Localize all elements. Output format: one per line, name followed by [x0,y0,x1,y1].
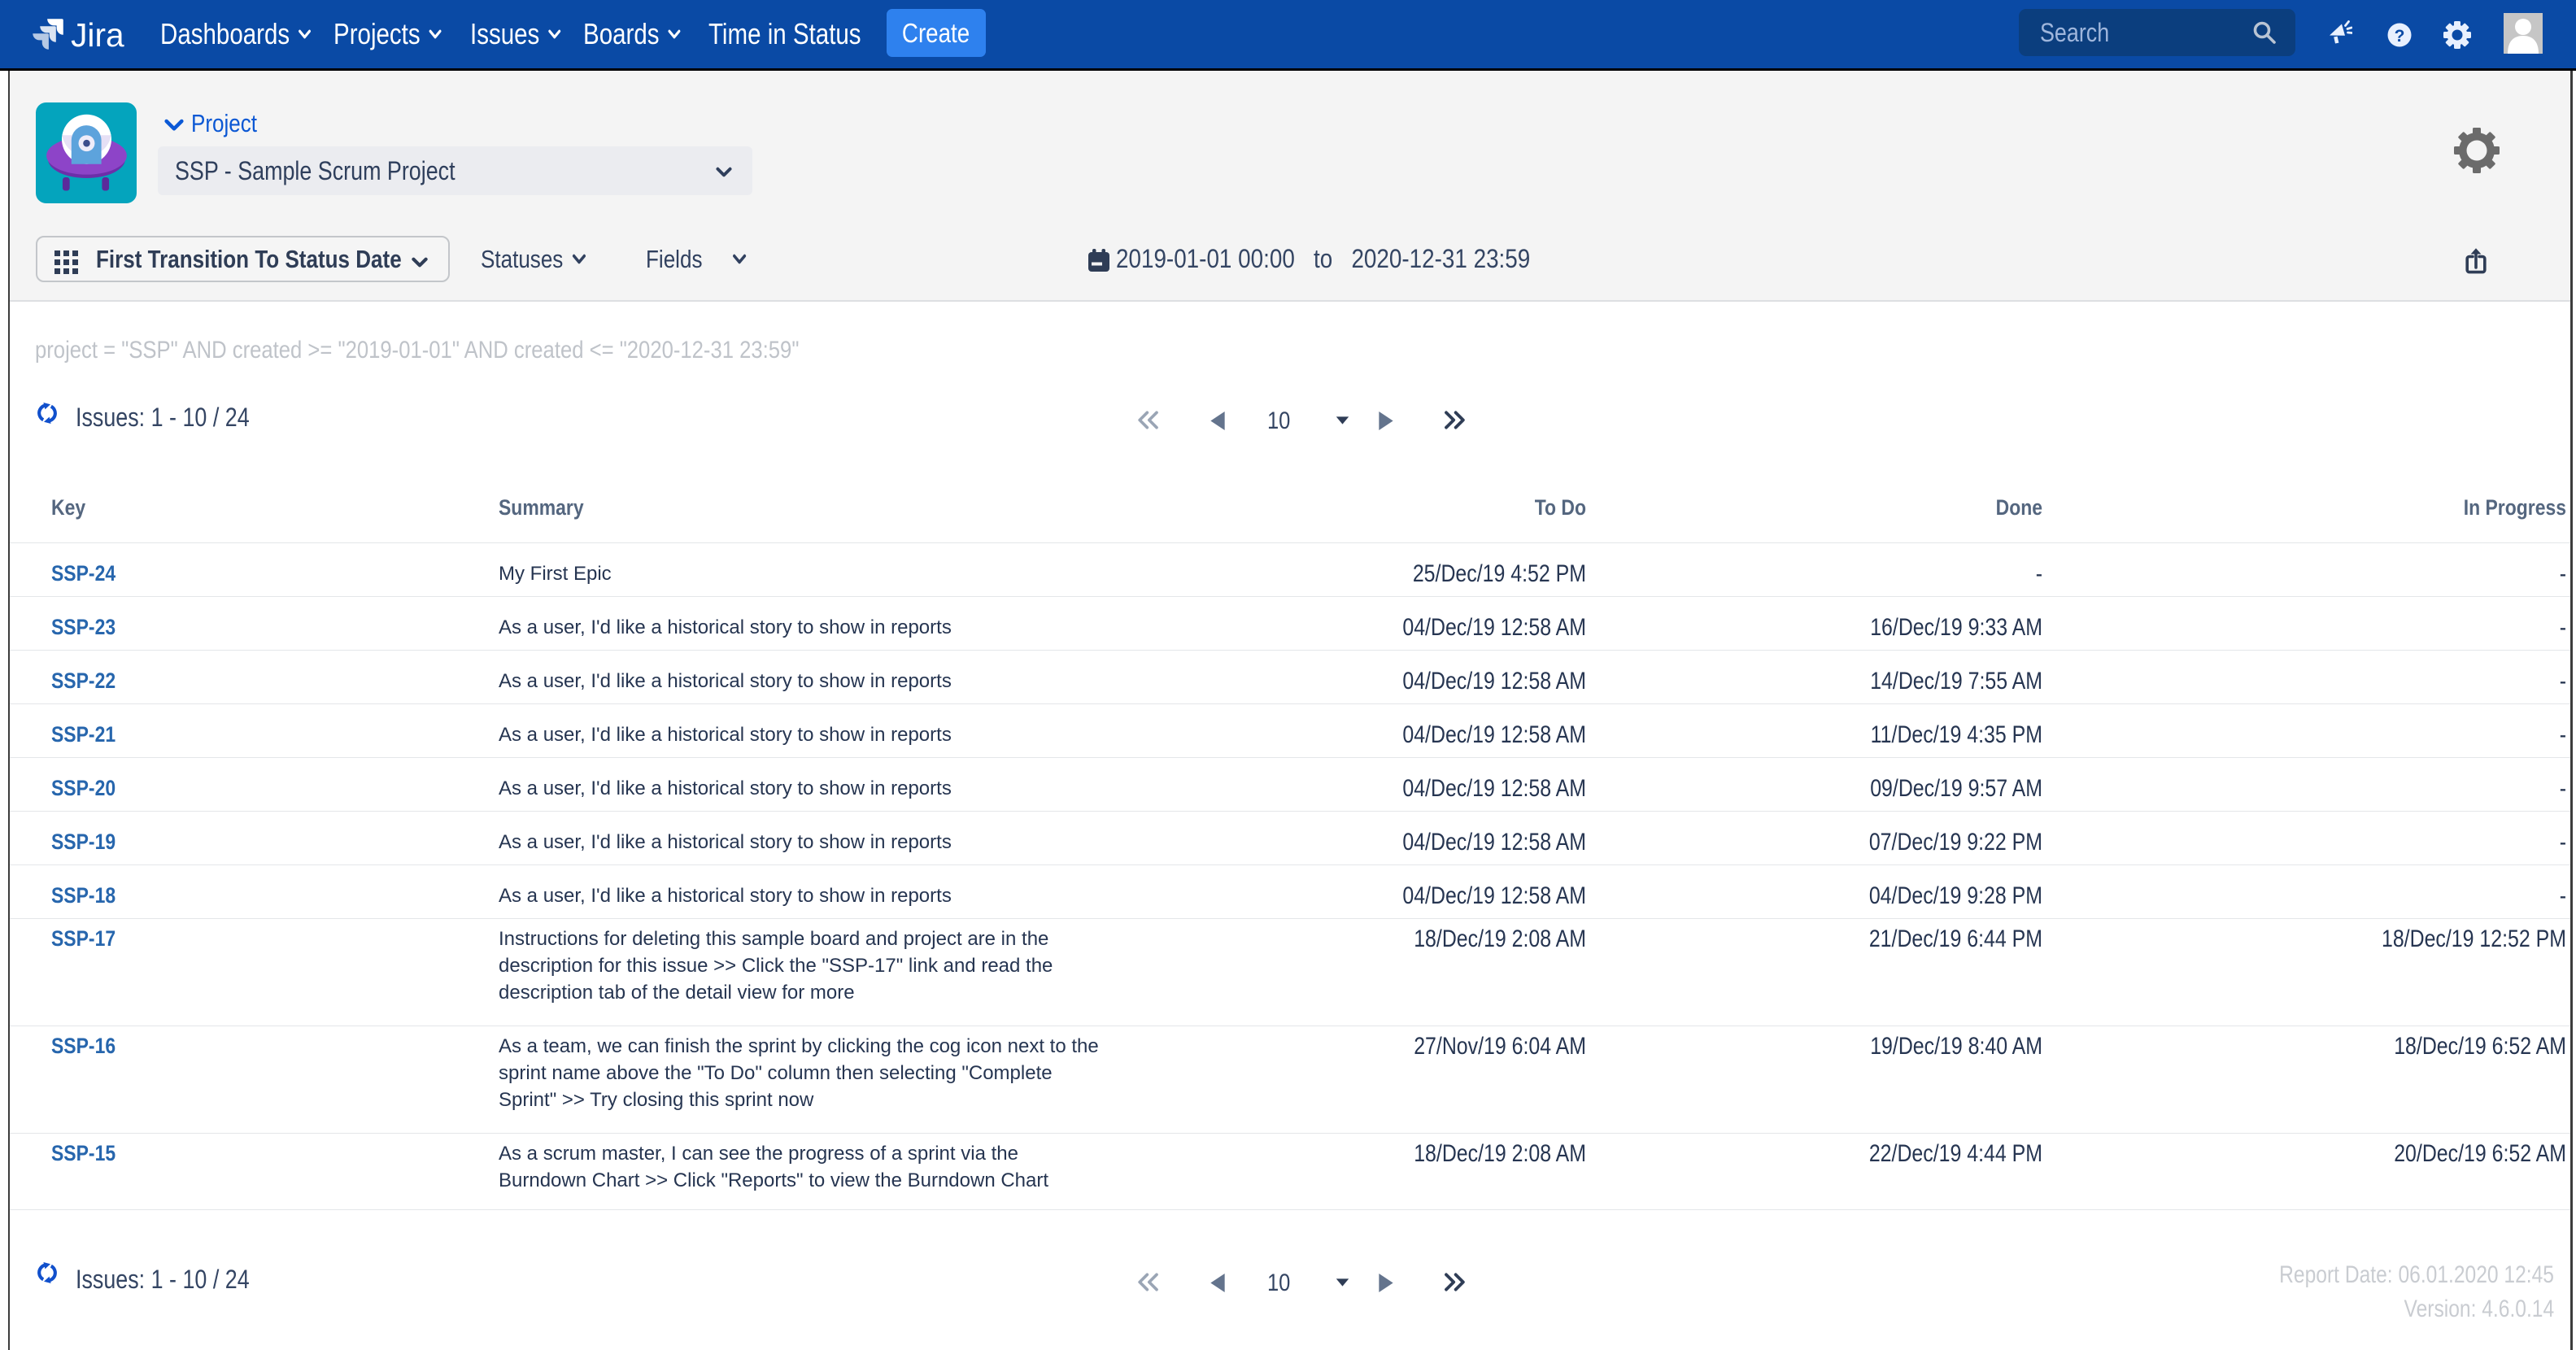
svg-text:Jira: Jira [71,16,124,54]
svg-text:?: ? [2395,27,2405,46]
